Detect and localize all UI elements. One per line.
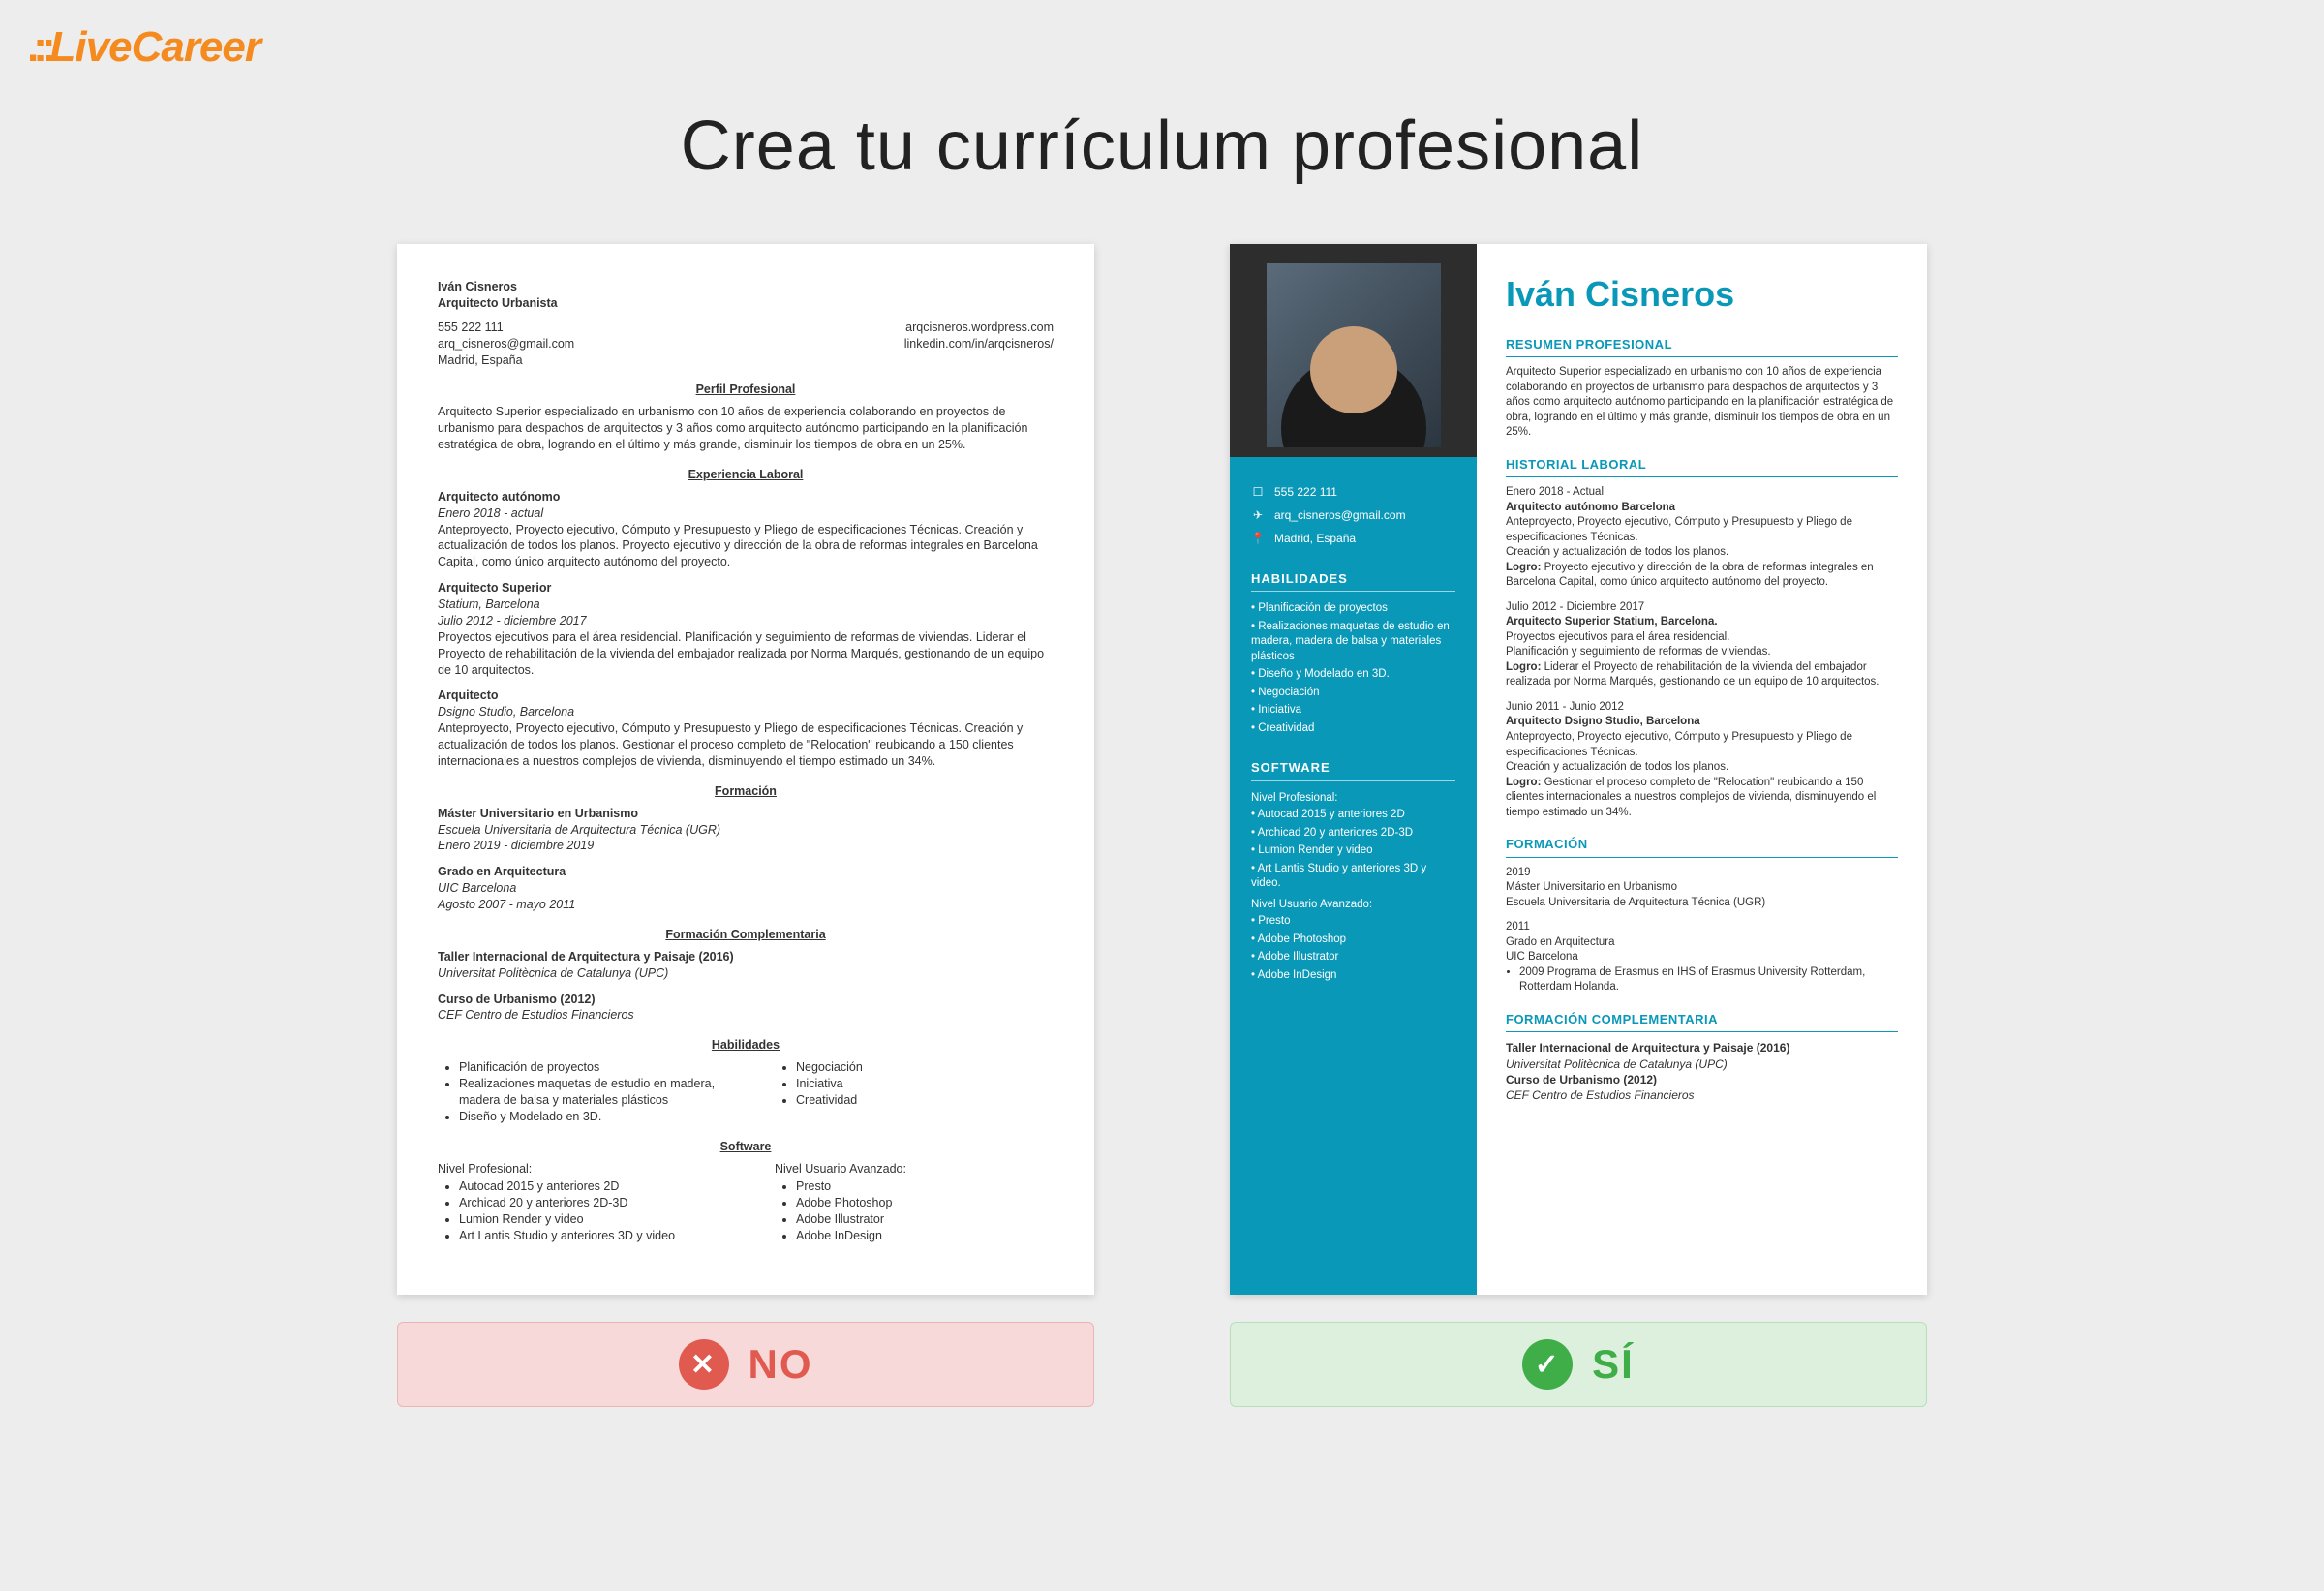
logo: .::LiveCareer: [27, 23, 260, 72]
bad-form-h: Formación: [438, 783, 1054, 800]
cv-bad: Iván Cisneros Arquitecto Urbanista 555 2…: [397, 244, 1094, 1295]
profile-photo: [1267, 263, 1441, 447]
good-sidebar: ☐ 555 222 111 ✈ arq_cisneros@gmail.com 📍 Ma…: [1230, 244, 1477, 1295]
skill-item: Planificación de proyectos: [459, 1059, 717, 1076]
bad-column: Iván Cisneros Arquitecto Urbanista 555 2…: [397, 244, 1094, 1407]
compare-panel: Iván Cisneros Arquitecto Urbanista 555 2…: [0, 244, 2324, 1407]
bad-edu-extra: Taller Internacional de Arquitectura y P…: [438, 949, 1054, 982]
good-column: ☐ 555 222 111 ✈ arq_cisneros@gmail.com 📍 Ma…: [1230, 244, 1927, 1407]
cv-good: ☐ 555 222 111 ✈ arq_cisneros@gmail.com 📍 Ma…: [1230, 244, 1927, 1295]
skill-item: Realizaciones maquetas de estudio en mad…: [1251, 620, 1455, 665]
skill-item: Negociación: [1251, 686, 1455, 701]
good-job: Enero 2018 - ActualArquitecto autónomo B…: [1506, 485, 1898, 591]
skill-item: Iniciativa: [796, 1076, 1054, 1092]
skill-item: Diseño y Modelado en 3D.: [459, 1109, 717, 1125]
badge-no: ✕ NO: [397, 1322, 1094, 1407]
skill-item: Planificación de proyectos: [1251, 601, 1455, 617]
software-item: Adobe Illustrator: [1251, 950, 1455, 965]
software-item: Adobe InDesign: [796, 1228, 1054, 1244]
bad-location: Madrid, España: [438, 352, 1054, 369]
good-edu-extra: Taller Internacional de Arquitectura y P…: [1506, 1040, 1898, 1071]
skill-item: Creatividad: [796, 1092, 1054, 1109]
good-form-h: FORMACIÓN: [1506, 836, 1898, 858]
skill-item: Realizaciones maquetas de estudio en mad…: [459, 1076, 717, 1109]
software-item: Adobe Illustrator: [796, 1211, 1054, 1228]
bad-edu: Máster Universitario en UrbanismoEscuela…: [438, 806, 1054, 855]
good-hist-h: HISTORIAL LABORAL: [1506, 456, 1898, 478]
bad-email: arq_cisneros@gmail.com: [438, 336, 574, 352]
software-item: Presto: [796, 1178, 1054, 1195]
good-hab-h: HABILIDADES: [1251, 570, 1455, 593]
badge-si-label: SÍ: [1592, 1341, 1635, 1388]
good-email: arq_cisneros@gmail.com: [1274, 507, 1406, 523]
bad-role: Arquitecto Urbanista: [438, 295, 1054, 312]
good-edu-extra: Curso de Urbanismo (2012)CEF Centro de E…: [1506, 1072, 1898, 1103]
bad-linkedin: linkedin.com/in/arqcisneros/: [904, 336, 1054, 352]
bad-edu: Grado en ArquitecturaUIC BarcelonaAgosto…: [438, 864, 1054, 913]
skill-item: Diseño y Modelado en 3D.: [1251, 667, 1455, 683]
email-icon: ✈: [1251, 508, 1265, 522]
bad-job: Arquitecto SuperiorStatium, BarcelonaJul…: [438, 580, 1054, 678]
bad-sw-pro-label: Nivel Profesional:: [438, 1161, 717, 1178]
bad-sw-h: Software: [438, 1139, 1054, 1155]
bad-web: arqcisneros.wordpress.com: [905, 320, 1054, 336]
good-edu: 2011Grado en ArquitecturaUIC Barcelona20…: [1506, 920, 1898, 995]
good-loc: Madrid, España: [1274, 531, 1356, 546]
badge-si: ✓ SÍ: [1230, 1322, 1927, 1407]
good-edu: 2019Máster Universitario en UrbanismoEsc…: [1506, 866, 1898, 911]
x-icon: ✕: [679, 1339, 729, 1390]
good-name: Iván Cisneros: [1506, 271, 1898, 319]
good-formc-h: FORMACIÓN COMPLEMENTARIA: [1506, 1011, 1898, 1033]
bad-perfil-body: Arquitecto Superior especializado en urb…: [438, 404, 1054, 453]
bad-perfil-h: Perfil Profesional: [438, 382, 1054, 398]
software-item: Adobe Photoshop: [796, 1195, 1054, 1211]
software-item: Autocad 2015 y anteriores 2D: [459, 1178, 717, 1195]
software-item: Autocad 2015 y anteriores 2D: [1251, 808, 1455, 823]
bad-formc-h: Formación Complementaria: [438, 927, 1054, 943]
good-resumen: Arquitecto Superior especializado en urb…: [1506, 365, 1898, 441]
bad-hab-h: Habilidades: [438, 1037, 1054, 1054]
skill-item: Negociación: [796, 1059, 1054, 1076]
bad-sw-adv-label: Nivel Usuario Avanzado:: [775, 1161, 1054, 1178]
skill-item: Iniciativa: [1251, 703, 1455, 719]
page-title: Crea tu currículum profesional: [0, 107, 2324, 186]
good-main: Iván Cisneros RESUMEN PROFESIONAL Arquit…: [1477, 244, 1927, 1295]
bad-exp-h: Experiencia Laboral: [438, 467, 1054, 483]
bad-edu-extra: Curso de Urbanismo (2012)CEF Centro de E…: [438, 992, 1054, 1025]
bad-job: Arquitecto autónomoEnero 2018 - actualAn…: [438, 489, 1054, 570]
location-icon: 📍: [1251, 532, 1265, 545]
skill-item: Creatividad: [1251, 721, 1455, 737]
phone-icon: ☐: [1251, 485, 1265, 499]
badge-no-label: NO: [749, 1341, 813, 1388]
good-sw-h: SOFTWARE: [1251, 759, 1455, 781]
good-job: Julio 2012 - Diciembre 2017Arquitecto Su…: [1506, 600, 1898, 690]
bad-phone: 555 222 111: [438, 320, 504, 336]
good-job: Junio 2011 - Junio 2012Arquitecto Dsigno…: [1506, 700, 1898, 820]
software-item: Adobe Photoshop: [1251, 933, 1455, 948]
bad-name: Iván Cisneros: [438, 279, 1054, 295]
bad-job: ArquitectoDsigno Studio, BarcelonaAntepr…: [438, 688, 1054, 769]
software-item: Adobe InDesign: [1251, 968, 1455, 984]
photo-wrap: [1230, 244, 1477, 457]
software-item: Archicad 20 y anteriores 2D-3D: [1251, 826, 1455, 841]
software-item: Lumion Render y video: [459, 1211, 717, 1228]
software-item: Art Lantis Studio y anteriores 3D y vide…: [459, 1228, 717, 1244]
good-phone: 555 222 111: [1274, 484, 1337, 500]
good-sw-pro-label: Nivel Profesional:: [1251, 791, 1455, 807]
software-item: Art Lantis Studio y anteriores 3D y vide…: [1251, 862, 1455, 892]
software-item: Presto: [1251, 914, 1455, 930]
software-item: Archicad 20 y anteriores 2D-3D: [459, 1195, 717, 1211]
good-sw-adv-label: Nivel Usuario Avanzado:: [1251, 898, 1455, 913]
good-resumen-h: RESUMEN PROFESIONAL: [1506, 336, 1898, 358]
software-item: Lumion Render y video: [1251, 843, 1455, 859]
check-icon: ✓: [1522, 1339, 1573, 1390]
